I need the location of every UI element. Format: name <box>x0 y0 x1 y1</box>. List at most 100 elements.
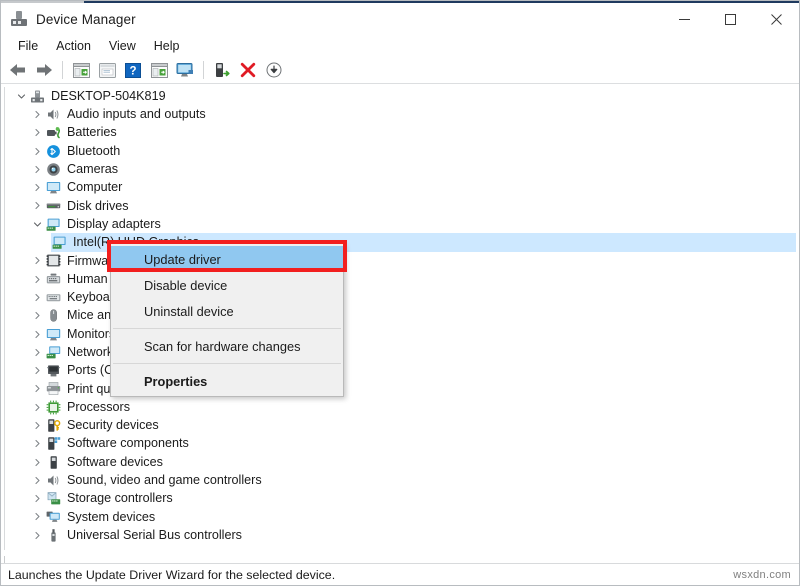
tree-row[interactable]: Universal Serial Bus controllers <box>5 526 796 544</box>
chevron-right-icon[interactable] <box>29 330 45 339</box>
tree-item-label: Software components <box>67 436 189 451</box>
tree-row[interactable]: Security devices <box>5 416 796 434</box>
chevron-right-icon[interactable] <box>29 494 45 503</box>
menu-item-file[interactable]: File <box>9 37 47 55</box>
tree-item-label: Monitors <box>67 326 116 341</box>
chevron-right-icon[interactable] <box>29 421 45 430</box>
computer-icon <box>29 88 45 104</box>
chevron-right-icon[interactable] <box>29 512 45 521</box>
tree-row[interactable]: System devices <box>5 508 796 526</box>
back-arrow-icon <box>10 64 25 76</box>
chevron-right-icon[interactable] <box>29 128 45 137</box>
show-hide-console-tree-button[interactable] <box>69 59 93 81</box>
chevron-right-icon[interactable] <box>29 293 45 302</box>
uninstall-device-button[interactable] <box>262 59 286 81</box>
tree-item-label: Processors <box>67 399 130 414</box>
minimize-button[interactable] <box>661 3 707 35</box>
properties-button[interactable] <box>95 59 119 81</box>
tree-item-label: Computer <box>67 180 123 195</box>
context-menu-item-update-driver[interactable]: Update driver <box>111 246 343 272</box>
tree-item-label: Display adapters <box>67 216 161 231</box>
window-controls <box>661 3 799 35</box>
tree-row[interactable]: Bluetooth <box>5 142 796 160</box>
tree-item-label: Audio inputs and outputs <box>67 107 206 122</box>
chevron-right-icon[interactable] <box>29 110 45 119</box>
context-menu[interactable]: Update driver Disable device Uninstall d… <box>110 243 344 397</box>
disable-device-icon <box>240 62 256 78</box>
chevron-right-icon[interactable] <box>29 403 45 412</box>
tree-row[interactable]: Display adapters <box>5 215 796 233</box>
close-icon <box>770 13 782 25</box>
chevron-right-icon[interactable] <box>29 439 45 448</box>
disable-device-button[interactable] <box>236 59 260 81</box>
firmware-icon <box>45 253 61 269</box>
menu-item-help[interactable]: Help <box>145 37 189 55</box>
tree-row[interactable]: Computer <box>5 178 796 196</box>
chevron-right-icon[interactable] <box>29 256 45 265</box>
tree-row[interactable]: Software components <box>5 435 796 453</box>
tree-item-label: Storage controllers <box>67 491 173 506</box>
tree-row[interactable]: Sound, video and game controllers <box>5 471 796 489</box>
scan-for-hardware-changes-button[interactable] <box>173 59 197 81</box>
system-device-icon <box>45 509 61 525</box>
speaker-icon <box>45 472 61 488</box>
toolbar-separator-1 <box>62 61 63 79</box>
context-menu-item-properties[interactable]: Properties <box>111 368 343 394</box>
chevron-right-icon[interactable] <box>29 311 45 320</box>
uninstall-device-icon <box>266 62 282 78</box>
minimize-icon <box>678 18 690 20</box>
status-bar-tick <box>4 556 5 563</box>
monitor-icon <box>45 180 61 196</box>
tree-item-label: Batteries <box>67 125 117 140</box>
processor-icon <box>45 399 61 415</box>
tree-row[interactable]: Batteries <box>5 124 796 142</box>
menu-item-view[interactable]: View <box>100 37 145 55</box>
back-button[interactable] <box>6 59 30 81</box>
chevron-right-icon[interactable] <box>29 348 45 357</box>
tree-row[interactable]: Processors <box>5 398 796 416</box>
context-menu-item-scan-for-hardware-changes[interactable]: Scan for hardware changes <box>111 333 343 359</box>
tree-row[interactable]: Disk drives <box>5 197 796 215</box>
chevron-right-icon[interactable] <box>29 275 45 284</box>
camera-icon <box>45 161 61 177</box>
status-bar: Launches the Update Driver Wizard for th… <box>1 563 799 585</box>
monitor-icon <box>45 326 61 342</box>
security-device-icon <box>45 417 61 433</box>
tree-row[interactable]: Audio inputs and outputs <box>5 105 796 123</box>
chevron-down-icon[interactable] <box>13 92 29 101</box>
title-bar[interactable]: Device Manager <box>1 3 799 35</box>
close-button[interactable] <box>753 3 799 35</box>
tree-row[interactable]: Software devices <box>5 453 796 471</box>
toolbar-separator-2 <box>203 61 204 79</box>
bluetooth-icon <box>45 143 61 159</box>
storage-controller-icon <box>45 491 61 507</box>
toolbar-divider <box>1 83 799 84</box>
chevron-right-icon[interactable] <box>29 165 45 174</box>
device-manager-window: Device Manager File Action View Help ? D… <box>0 0 800 586</box>
chevron-right-icon[interactable] <box>29 458 45 467</box>
chevron-right-icon[interactable] <box>29 183 45 192</box>
enable-device-button[interactable] <box>210 59 234 81</box>
chevron-right-icon[interactable] <box>29 476 45 485</box>
tree-root-label: DESKTOP-504K819 <box>51 88 166 103</box>
chevron-right-icon[interactable] <box>29 366 45 375</box>
chevron-right-icon[interactable] <box>29 531 45 540</box>
tree-row[interactable]: Storage controllers <box>5 490 796 508</box>
menu-item-action[interactable]: Action <box>47 37 100 55</box>
tree-row[interactable]: Cameras <box>5 160 796 178</box>
window-title: Device Manager <box>36 11 136 27</box>
context-menu-item-disable-device[interactable]: Disable device <box>111 272 343 298</box>
help-button[interactable]: ? <box>121 59 145 81</box>
chevron-right-icon[interactable] <box>29 201 45 210</box>
forward-button[interactable] <box>32 59 56 81</box>
maximize-button[interactable] <box>707 3 753 35</box>
tree-row-root[interactable]: DESKTOP-504K819 <box>5 87 796 105</box>
tree-item-label: Cameras <box>67 162 119 177</box>
chevron-right-icon[interactable] <box>29 384 45 393</box>
context-menu-item-uninstall-device[interactable]: Uninstall device <box>111 298 343 324</box>
menu-bar: File Action View Help <box>1 35 799 57</box>
chevron-right-icon[interactable] <box>29 147 45 156</box>
update-driver-button[interactable] <box>147 59 171 81</box>
chevron-down-icon[interactable] <box>29 220 45 229</box>
enable-device-icon <box>215 63 230 77</box>
